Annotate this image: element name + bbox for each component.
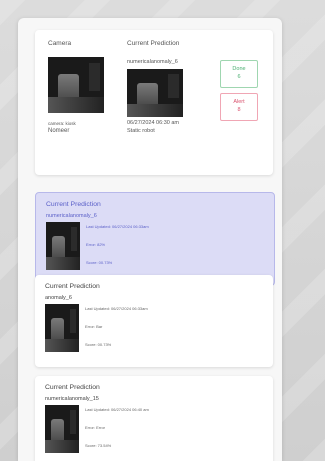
camera-heading: Camera [48, 40, 72, 47]
prediction-card-thumbnail[interactable] [45, 405, 79, 453]
prediction-card[interactable]: Current Prediction anomaly_6 Last Update… [35, 275, 273, 367]
alert-stat-value: 8 [237, 107, 241, 113]
prediction-card-error: Error: Bar [85, 324, 103, 329]
prediction-card-updated: Last Updated: 06/27/2024 06:33am [85, 306, 148, 311]
prediction-card-updated: Last Updated: 06/27/2024 06:33am [86, 224, 149, 229]
camera-feed-thumbnail[interactable] [48, 57, 104, 113]
prediction-card-thumbnail[interactable] [45, 304, 79, 352]
prediction-card-id: anomaly_6 [45, 295, 72, 301]
camera-value: Nomeer [48, 128, 70, 134]
prediction-card-score: Score: 73.54% [85, 443, 112, 448]
done-stat-title: Done [232, 66, 246, 72]
done-stat-value: 6 [237, 74, 241, 80]
prediction-card[interactable]: Current Prediction numericalanomaly_6 La… [35, 192, 275, 286]
prediction-card-thumbnail[interactable] [46, 222, 80, 270]
prediction-card-score: Score: 00.73% [86, 260, 113, 265]
prediction-id: numericalanomaly_6 [127, 59, 178, 65]
prediction-card-updated: Last Updated: 06/27/2024 06:40 am [85, 407, 149, 412]
prediction-card-title: Current Prediction [46, 201, 101, 208]
prediction-status: Static robot [127, 128, 155, 134]
prediction-timestamp: 06/27/2024 06:30 am [127, 120, 179, 126]
prediction-thumbnail[interactable] [127, 69, 183, 117]
prediction-card-score: Score: 00.73% [85, 342, 112, 347]
prediction-card-title: Current Prediction [45, 283, 100, 290]
done-stat-button[interactable]: Done 6 [220, 60, 258, 88]
current-prediction-heading: Current Prediction [127, 40, 180, 47]
prediction-card[interactable]: Current Prediction numericalanomaly_15 L… [35, 376, 273, 461]
alert-stat-button[interactable]: Alert 8 [220, 93, 258, 121]
prediction-card-title: Current Prediction [45, 384, 100, 391]
dashboard-panel: Camera Current Prediction camera: kiosk … [18, 18, 282, 461]
prediction-card-error: Error: 82% [86, 242, 106, 247]
camera-summary-card: Camera Current Prediction camera: kiosk … [35, 30, 273, 175]
alert-stat-title: Alert [233, 99, 245, 105]
prediction-card-error: Error: Error [85, 425, 105, 430]
prediction-card-id: numericalanomaly_6 [46, 213, 97, 219]
prediction-card-id: numericalanomaly_15 [45, 396, 99, 402]
camera-name-label: camera: kiosk [48, 121, 76, 126]
